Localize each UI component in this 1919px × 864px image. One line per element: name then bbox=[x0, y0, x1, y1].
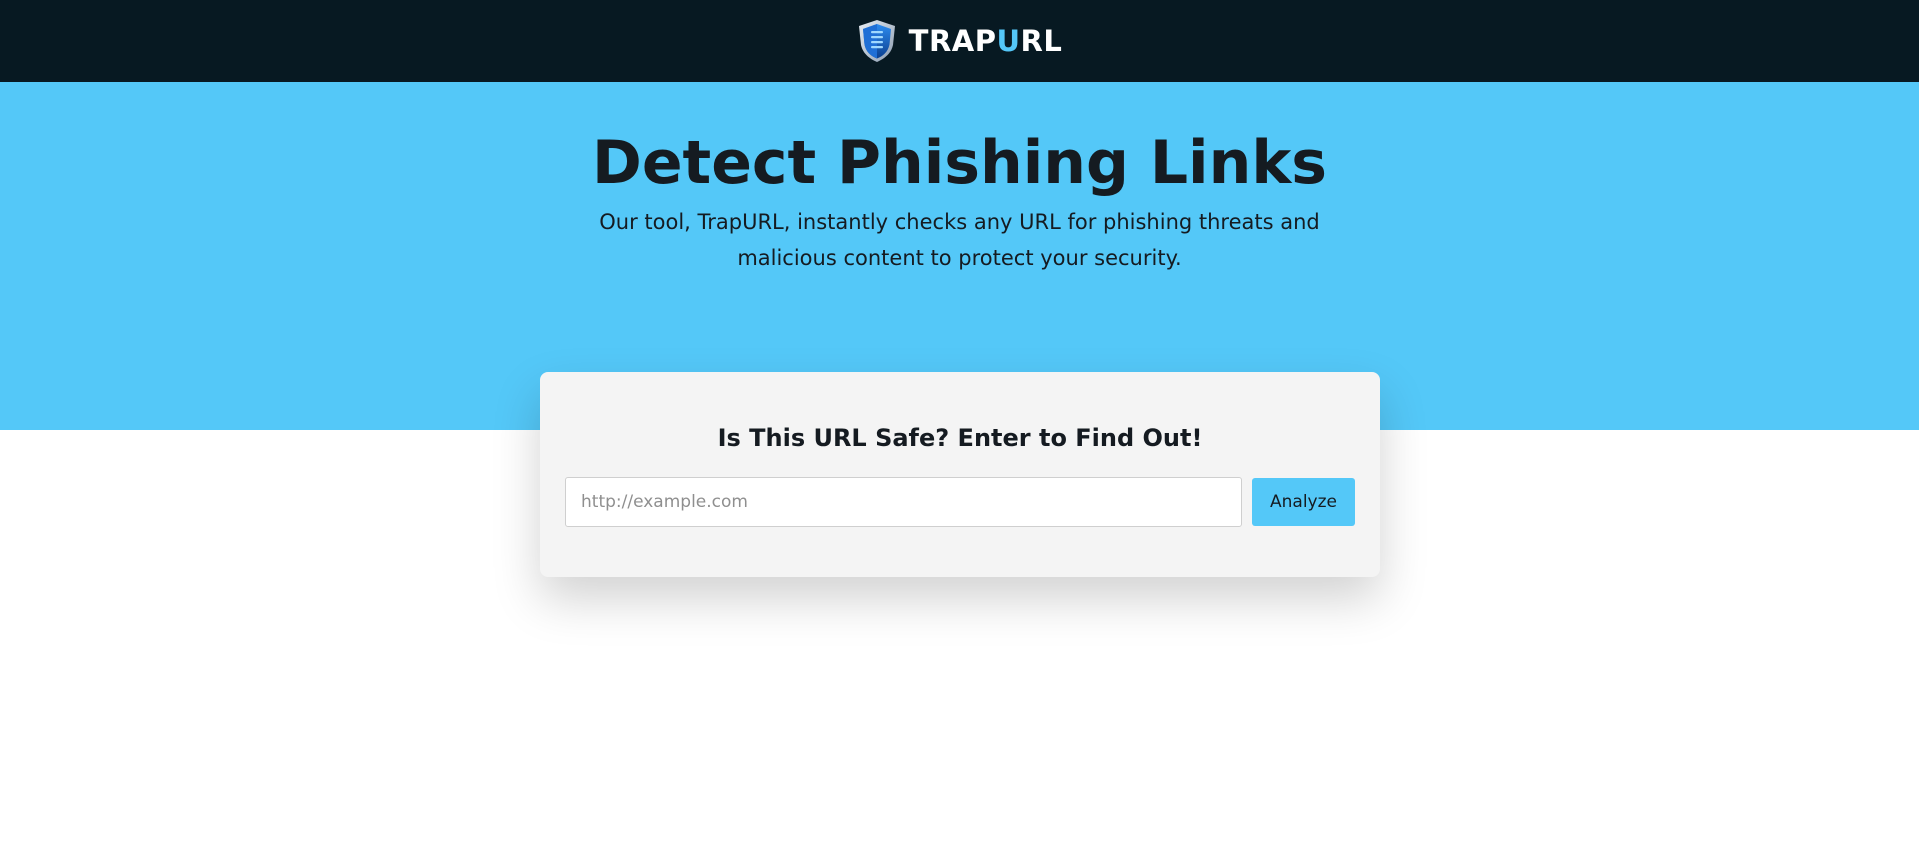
shield-icon bbox=[858, 20, 895, 62]
brand-name-prefix: TRAP bbox=[908, 23, 997, 58]
analyze-button[interactable]: Analyze bbox=[1252, 478, 1355, 526]
hero-title: Detect Phishing Links bbox=[592, 128, 1327, 198]
brand-logo[interactable]: TRAPURL bbox=[857, 19, 1063, 63]
brand-name: TRAPURL bbox=[908, 23, 1063, 58]
brand-name-suffix: RL bbox=[1020, 23, 1063, 58]
url-input[interactable] bbox=[565, 477, 1242, 527]
hero-subtitle: Our tool, TrapURL, instantly checks any … bbox=[599, 210, 1320, 270]
brand-name-accent: U bbox=[996, 23, 1021, 58]
top-navbar: TRAPURL bbox=[0, 0, 1919, 82]
url-checker-heading: Is This URL Safe? Enter to Find Out! bbox=[717, 424, 1203, 452]
url-checker-card: Is This URL Safe? Enter to Find Out! Ana… bbox=[540, 372, 1380, 577]
